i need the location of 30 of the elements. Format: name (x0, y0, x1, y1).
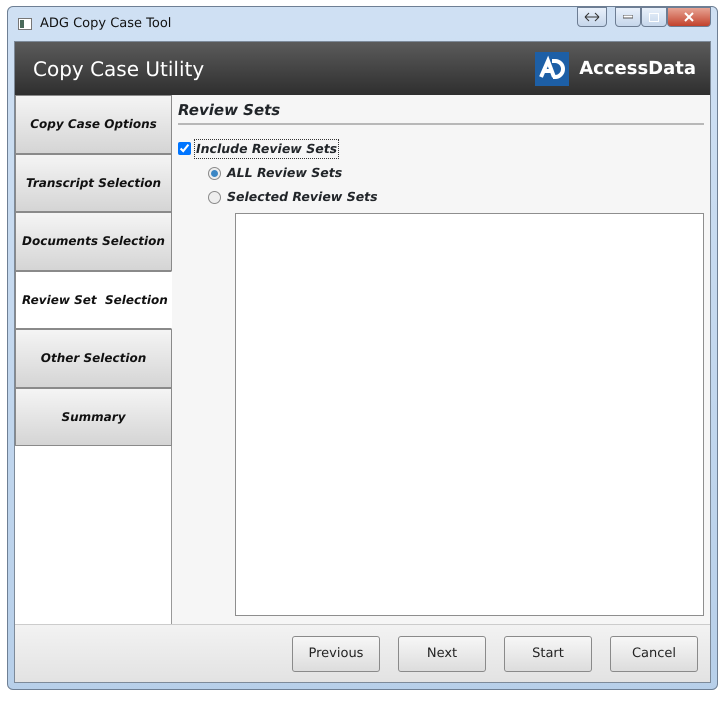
header-title: Copy Case Utility (33, 56, 204, 82)
minimize-icon (623, 15, 633, 19)
radio-label: Selected Review Sets (227, 188, 378, 206)
maximize-button[interactable] (641, 7, 667, 27)
sidebar-tab[interactable]: Review Set Selection (15, 270, 172, 329)
logo-icon (535, 52, 570, 86)
window-app-icon (18, 18, 32, 30)
sidebar-tab[interactable]: Summary (15, 388, 172, 446)
footer-button[interactable]: Cancel (610, 636, 698, 672)
close-button[interactable] (667, 7, 711, 27)
brand-name: AccessData (579, 57, 696, 81)
maximize-icon (649, 12, 659, 22)
minimize-button[interactable] (615, 7, 641, 27)
radio-button[interactable] (208, 167, 221, 180)
radio-button[interactable] (208, 190, 221, 204)
radio-label: ALL Review Sets (227, 164, 342, 182)
footer-button[interactable]: Next (398, 636, 486, 672)
sidebar-tab[interactable]: Transcript Selection (15, 154, 172, 212)
section-title: Review Sets (178, 99, 704, 124)
sidebar-tab[interactable]: Documents Selection (15, 212, 172, 270)
sidebar-tab[interactable]: Other Selection (15, 329, 172, 388)
checkbox-label: Include Review Sets (194, 138, 340, 160)
footer-button[interactable]: Start (504, 636, 592, 672)
sidebar-tab[interactable]: Copy Case Options (15, 95, 172, 154)
include-checkbox[interactable] (178, 142, 191, 156)
resize-arrows-button[interactable] (577, 7, 607, 27)
close-icon (684, 12, 694, 22)
double-arrow-icon (584, 12, 600, 22)
footer-button[interactable]: Previous (292, 636, 380, 672)
window-title: ADG Copy Case Tool (40, 15, 172, 34)
